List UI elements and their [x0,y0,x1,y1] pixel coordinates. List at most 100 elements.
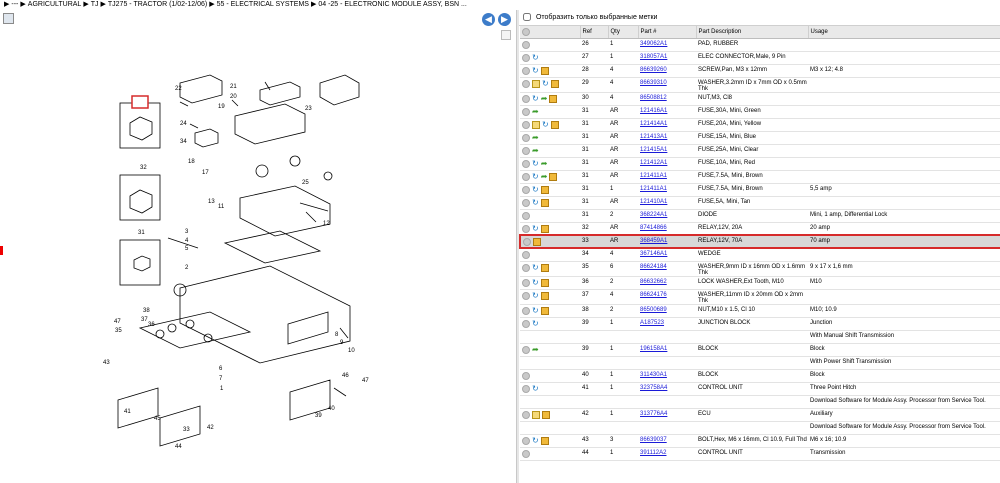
breadcrumb-item[interactable]: --- [11,1,18,8]
package-icon[interactable] [533,238,541,246]
refresh-icon[interactable]: ↻ [532,319,539,328]
table-row[interactable]: ↻ 36 2 86632662 LOCK WASHER,Ext Tooth, M10 M1… [520,276,1000,290]
table-row[interactable]: 42 1 313776A4 ECU Auxiliary [520,408,1000,422]
select-icon[interactable] [522,211,530,220]
part-number-link[interactable]: 86508812 [640,95,667,101]
col-ref[interactable]: Ref [580,26,609,39]
table-row[interactable]: ➦ 31 AR 121415A1 FUSE,25A, Mini, Clear [520,144,1000,158]
part-number-link[interactable]: 121414A1 [640,121,667,127]
table-row[interactable]: ↻ 35 6 86624184 WASHER,9mm ID x 16mm OD x 1.… [520,261,1000,277]
refresh-icon[interactable]: ↻ [532,306,539,315]
breadcrumb-item[interactable]: 04 -25 - ELECTRONIC MODULE ASSY, BSN ... [318,1,466,8]
part-number-link[interactable]: 86639260 [640,67,667,73]
select-icon[interactable] [522,79,530,88]
table-row[interactable]: 26 1 349062A1 PAD, RUBBER [520,38,1000,52]
package-icon[interactable] [549,172,558,181]
table-row[interactable]: ↻ 31 1 121411A1 FUSE,7.5A, Mini, Brown 5,5 am… [520,183,1000,197]
package-icon[interactable] [540,291,549,300]
select-icon[interactable] [522,94,530,103]
select-icon[interactable] [522,40,530,49]
package-icon[interactable] [549,94,558,103]
part-number-link[interactable]: 368224A1 [640,212,667,218]
package-icon[interactable] [540,66,549,75]
part-number-link[interactable]: 368459A1 [640,238,667,244]
part-number-link[interactable]: 86500689 [640,307,667,313]
arrow-forward-icon[interactable]: ➦ [541,94,548,103]
refresh-icon[interactable]: ↻ [532,94,539,103]
select-icon[interactable] [522,224,530,233]
document-icon[interactable] [532,410,540,419]
part-number-link[interactable]: 87414866 [640,225,667,231]
refresh-icon[interactable]: ↻ [542,120,549,129]
select-icon[interactable] [522,436,530,445]
table-row[interactable]: ➦ 39 1 196158A1 BLOCK Block [520,343,1000,357]
package-icon[interactable] [540,306,549,315]
table-row[interactable]: With Power Shift Transmission [520,356,1000,370]
table-row[interactable]: ↻ 32 AR 87414866 RELAY,12V, 20A 20 amp [520,222,1000,236]
part-number-link[interactable]: 86639037 [640,437,667,443]
package-icon[interactable] [540,278,549,287]
table-row[interactable]: 31 2 368224A1 DIODE Mini, 1 amp, Differentia… [520,209,1000,223]
select-icon[interactable] [522,345,530,354]
col-description[interactable]: Part Description [696,26,809,39]
table-row[interactable]: ↻ 31 AR 121414A1 FUSE,20A, Mini, Yellow [520,118,1000,132]
col-part[interactable]: Part # [638,26,697,39]
part-number-link[interactable]: 121411A1 [640,186,667,192]
table-row[interactable]: 40 1 311430A1 BLOCK Block [520,369,1000,383]
part-number-link[interactable]: 367146A1 [640,251,667,257]
col-usage[interactable]: Usage [808,26,1000,39]
table-row[interactable]: ↻ ➦ 31 AR 121411A1 FUSE,7.5A, Mini, Brown [520,170,1000,184]
document-icon[interactable] [532,120,540,129]
prev-arrow-icon[interactable]: ◀ [482,13,495,26]
select-icon[interactable] [522,185,530,194]
package-icon[interactable] [540,224,549,233]
package-icon[interactable] [550,120,559,129]
select-icon[interactable] [522,66,530,75]
table-row[interactable]: ↻ 38 2 86500689 NUT,M10 x 1.5, Cl 10 M10; 10.… [520,304,1000,318]
table-row[interactable]: ➦ 31 AR 121416A1 FUSE,30A, Mini, Green [520,105,1000,119]
select-icon[interactable] [522,159,530,168]
breadcrumb-item[interactable]: TJ275 - TRACTOR (1/02-12/06) [108,1,207,8]
select-icon[interactable] [522,263,530,272]
part-number-link[interactable]: 196158A1 [640,346,667,352]
refresh-icon[interactable]: ↻ [532,278,539,287]
select-icon[interactable] [522,251,530,259]
select-all-icon[interactable] [522,27,530,36]
package-icon[interactable] [542,410,550,419]
select-icon[interactable] [522,172,530,181]
refresh-icon[interactable]: ↻ [532,384,539,393]
part-number-link[interactable]: 121415A1 [640,147,667,153]
part-number-link[interactable]: 121412A1 [640,160,667,166]
select-icon[interactable] [522,410,530,419]
table-row[interactable]: ↻ ➦ 31 AR 121412A1 FUSE,10A, Mini, Red [520,157,1000,171]
refresh-icon[interactable]: ↻ [532,291,539,300]
table-row[interactable]: 44 1 391112A2 CONTROL UNIT Transmission [520,447,1000,461]
table-row[interactable]: Download Software for Module Assy. Proce… [520,421,1000,435]
refresh-icon[interactable]: ↻ [542,79,549,88]
part-number-link[interactable]: 313776A4 [640,411,667,417]
table-row[interactable]: ↻ ➦ 30 4 86508812 NUT,M3, Cl8 [520,92,1000,106]
table-row[interactable]: ↻ 27 1 318057A1 ELEC CONNECTOR,Male, 9 Pin [520,51,1000,65]
filter-checkbox[interactable] [523,13,531,22]
refresh-icon[interactable]: ↻ [532,172,539,181]
col-qty[interactable]: Qty [608,26,639,39]
part-number-link[interactable]: 86639310 [640,80,667,86]
arrow-forward-icon[interactable]: ➦ [541,159,548,168]
breadcrumb-item[interactable]: 55 - ELECTRICAL SYSTEMS [217,1,309,8]
select-icon[interactable] [522,291,530,300]
select-icon[interactable] [522,449,530,458]
print-icon[interactable] [3,13,14,24]
document-icon[interactable] [532,79,540,88]
package-icon[interactable] [540,185,549,194]
part-number-link[interactable]: 391112A2 [640,450,666,456]
breadcrumb-item[interactable]: TJ [91,1,99,8]
select-icon[interactable] [522,146,530,155]
table-row[interactable]: ↻ 31 AR 121410A1 FUSE,5A, Mini, Tan [520,196,1000,210]
refresh-icon[interactable]: ↻ [532,159,539,168]
select-icon[interactable] [522,120,530,129]
part-number-link[interactable]: 121411A1 [640,173,667,179]
next-arrow-icon[interactable]: ▶ [498,13,511,26]
part-number-link[interactable]: 86632662 [640,279,667,285]
refresh-icon[interactable]: ↻ [532,53,539,62]
table-row[interactable]: ↻ 39 1 A187523 JUNCTION BLOCK Junction [520,317,1000,331]
